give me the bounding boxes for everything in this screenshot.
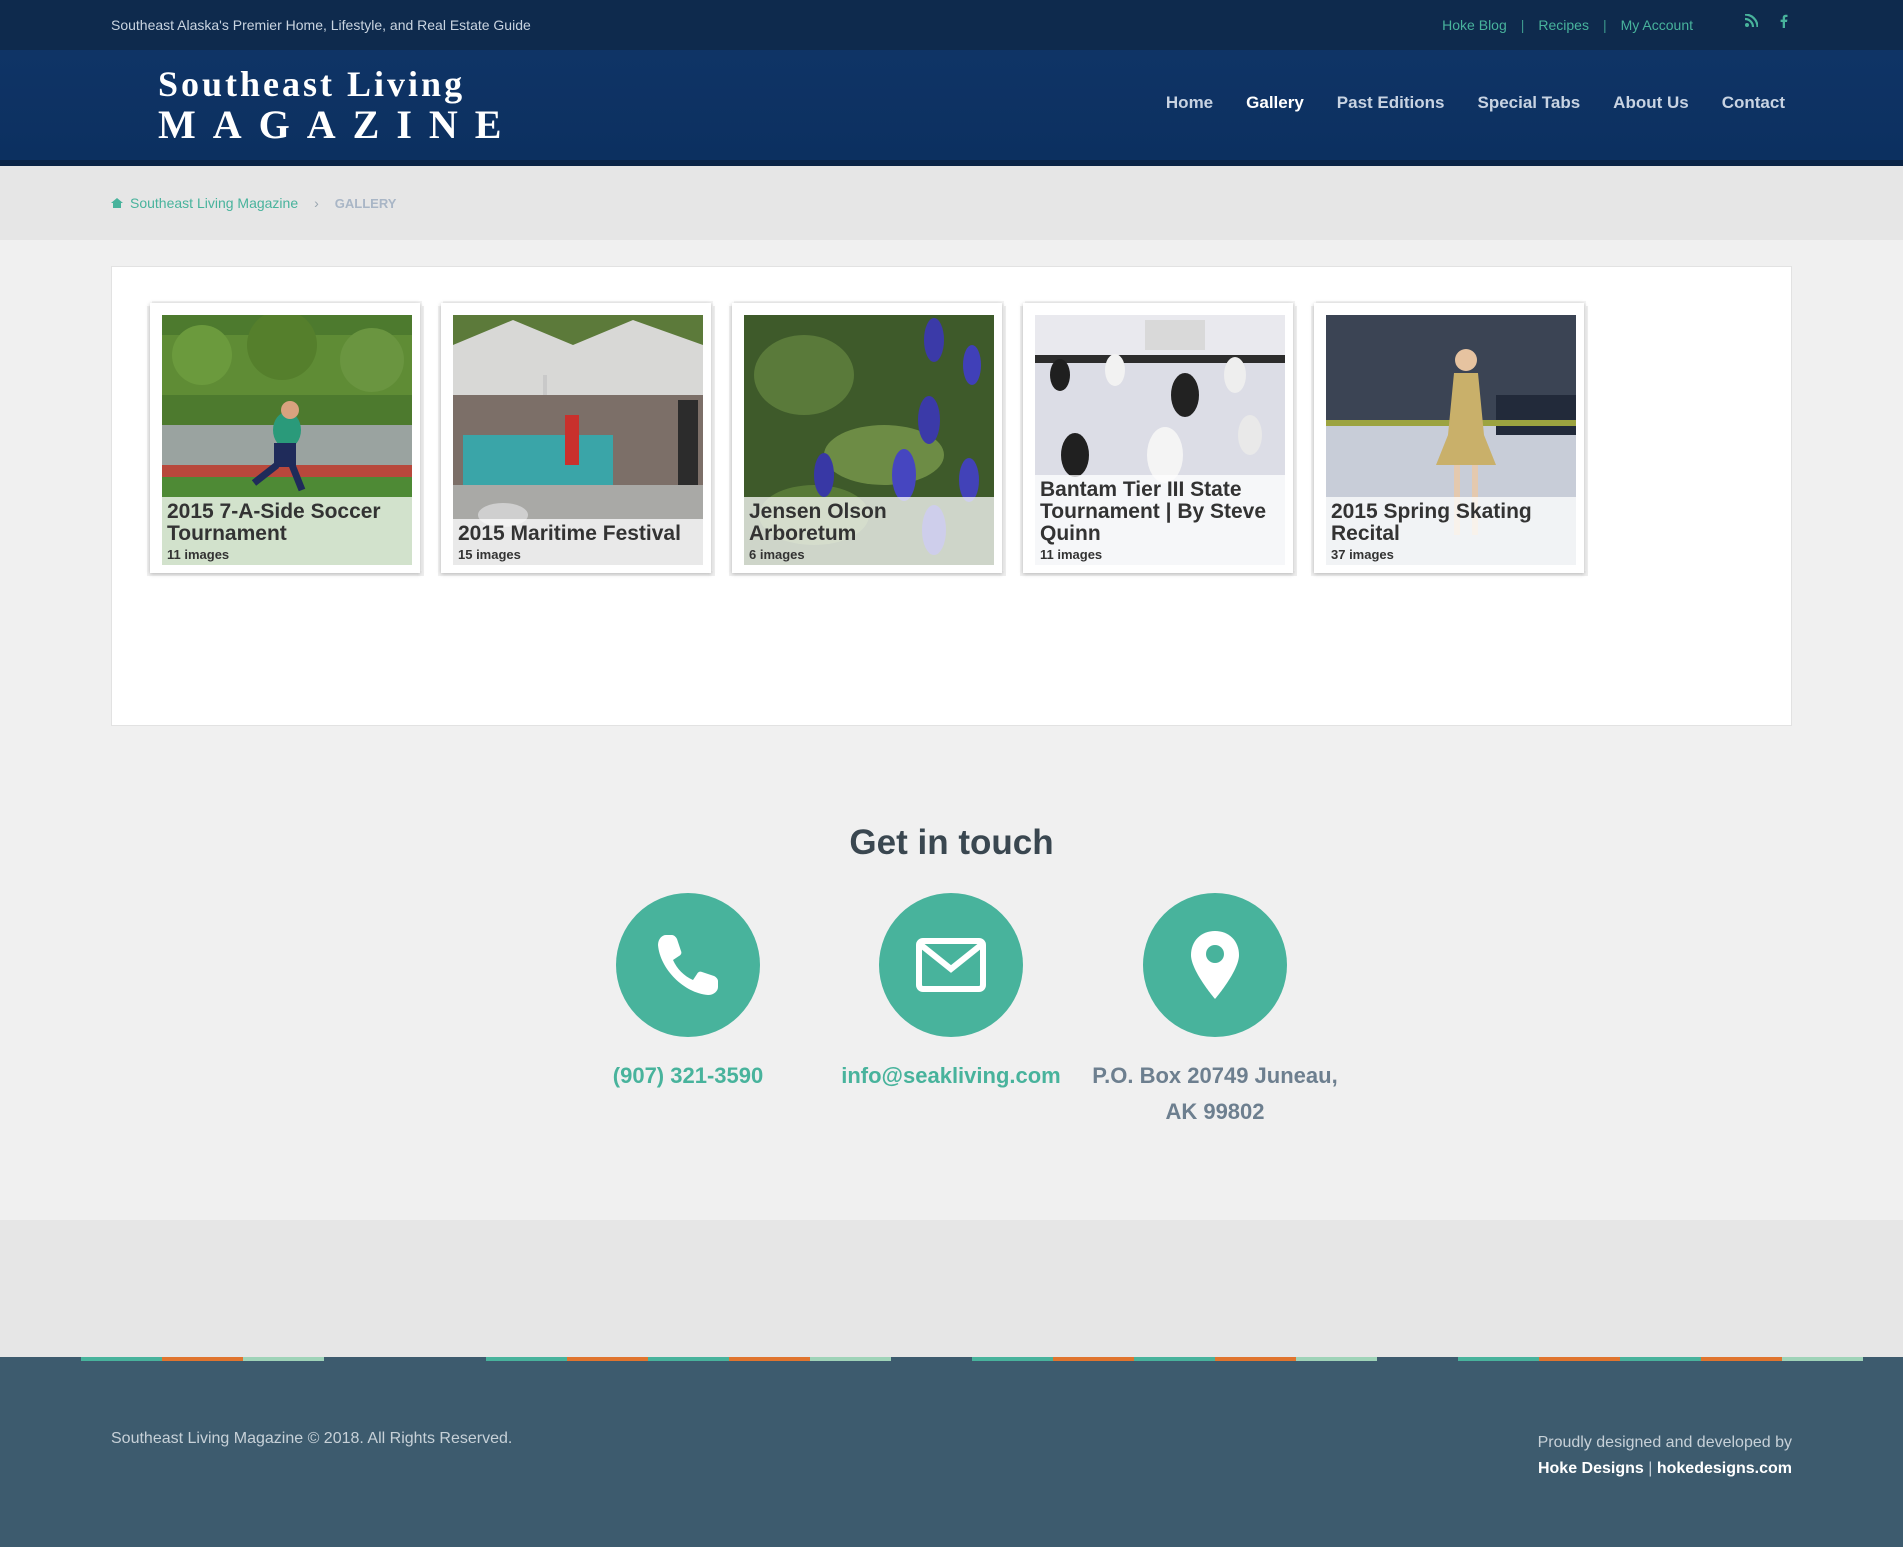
recipes-link[interactable]: Recipes [1538, 17, 1589, 33]
my-account-link[interactable]: My Account [1621, 17, 1693, 33]
gallery-caption: 2015 Spring Skating Recital 37 images [1326, 497, 1576, 565]
main-nav: Home Gallery Past Editions Special Tabs … [1166, 93, 1785, 113]
credit-line: Proudly designed and developed by [1537, 1434, 1792, 1451]
nav-past-editions[interactable]: Past Editions [1337, 93, 1445, 113]
facebook-icon[interactable] [1780, 14, 1788, 32]
rss-icon[interactable] [1744, 13, 1759, 32]
email-icon-circle[interactable] [879, 893, 1023, 1037]
breadcrumb-current: GALLERY [334, 195, 397, 211]
home-icon [111, 198, 123, 208]
gallery-caption: 2015 Maritime Festival 15 images [453, 519, 703, 565]
gallery-count: 11 images [167, 547, 230, 562]
divider: | [1602, 17, 1607, 33]
gallery-card[interactable]: Jensen Olson Arboretum 6 images [732, 303, 1002, 573]
gallery-caption: 2015 7-A-Side Soccer Tournament 11 image… [162, 497, 412, 565]
phone-icon-circle[interactable] [616, 893, 760, 1037]
copyright-text: Southeast Living Magazine © 2018. All Ri… [111, 1430, 513, 1447]
phone-icon [658, 935, 718, 995]
gallery-title[interactable]: 2015 Maritime Festival [458, 523, 698, 545]
gallery-count: 37 images [1331, 547, 1394, 562]
gallery-card[interactable]: 2015 Spring Skating Recital 37 images [1314, 303, 1584, 573]
gallery-card[interactable]: 2015 Maritime Festival 15 images [441, 303, 711, 573]
location-icon-circle[interactable] [1143, 893, 1287, 1037]
social-links [1744, 13, 1788, 32]
top-links: Hoke Blog | Recipes | My Account [1442, 17, 1693, 33]
gallery-title[interactable]: 2015 Spring Skating Recital [1331, 501, 1571, 545]
breadcrumb: Southeast Living Magazine › GALLERY [111, 195, 396, 211]
nav-home[interactable]: Home [1166, 93, 1213, 113]
address-line-1: P.O. Box 20749 Juneau, [1092, 1063, 1338, 1088]
footer-credit: Proudly designed and developed by Hoke D… [1538, 1430, 1792, 1482]
address-line-2: AK 99802 [1165, 1099, 1265, 1124]
site-header: Southeast Living MAGAZINE Home Gallery P… [0, 50, 1903, 166]
site-footer: Southeast Living Magazine © 2018. All Ri… [0, 1357, 1903, 1547]
envelope-icon [916, 938, 986, 992]
gallery-card[interactable]: Bantam Tier III State Tournament | By St… [1023, 303, 1293, 573]
breadcrumb-home-link[interactable]: Southeast Living Magazine [130, 195, 298, 211]
credit-name-link[interactable]: Hoke Designs [1538, 1460, 1644, 1477]
gallery-title[interactable]: Jensen Olson Arboretum [749, 501, 989, 545]
credit-divider: | [1648, 1460, 1653, 1477]
gallery-title[interactable]: Bantam Tier III State Tournament | By St… [1040, 479, 1280, 545]
top-bar: Southeast Alaska's Premier Home, Lifesty… [0, 0, 1903, 50]
logo-line-2: MAGAZINE [158, 102, 519, 147]
site-logo[interactable]: Southeast Living MAGAZINE [158, 63, 518, 148]
nav-special-tabs[interactable]: Special Tabs [1477, 93, 1580, 113]
nav-contact[interactable]: Contact [1722, 93, 1785, 113]
site-tagline: Southeast Alaska's Premier Home, Lifesty… [111, 17, 531, 33]
gallery-card[interactable]: 2015 7-A-Side Soccer Tournament 11 image… [150, 303, 420, 573]
gallery-caption: Jensen Olson Arboretum 6 images [744, 497, 994, 565]
gallery-count: 15 images [458, 547, 521, 562]
contact-phone[interactable]: (907) 321-3590 [588, 1058, 788, 1094]
hoke-blog-link[interactable]: Hoke Blog [1442, 17, 1507, 33]
pre-footer-band [0, 1220, 1903, 1357]
contact-heading: Get in touch [849, 823, 1054, 862]
gallery-count: 11 images [1040, 547, 1103, 562]
contact-email[interactable]: info@seakliving.com [831, 1058, 1071, 1094]
chevron-right-icon: › [314, 195, 319, 211]
divider: | [1520, 17, 1525, 33]
contact-address: P.O. Box 20749 Juneau, AK 99802 [1075, 1058, 1355, 1130]
gallery-container: 2015 7-A-Side Soccer Tournament 11 image… [111, 266, 1792, 726]
breadcrumb-bar: Southeast Living Magazine › GALLERY [0, 166, 1903, 240]
logo-line-1: Southeast Living [158, 64, 466, 104]
footer-color-stripes [0, 1357, 1903, 1361]
gallery-title[interactable]: 2015 7-A-Side Soccer Tournament [167, 501, 407, 545]
gallery-caption: Bantam Tier III State Tournament | By St… [1035, 475, 1285, 565]
nav-gallery[interactable]: Gallery [1246, 93, 1304, 113]
nav-about-us[interactable]: About Us [1613, 93, 1689, 113]
credit-site-link[interactable]: hokedesigns.com [1657, 1460, 1792, 1477]
gallery-count: 6 images [749, 547, 805, 562]
map-pin-icon [1191, 931, 1239, 999]
